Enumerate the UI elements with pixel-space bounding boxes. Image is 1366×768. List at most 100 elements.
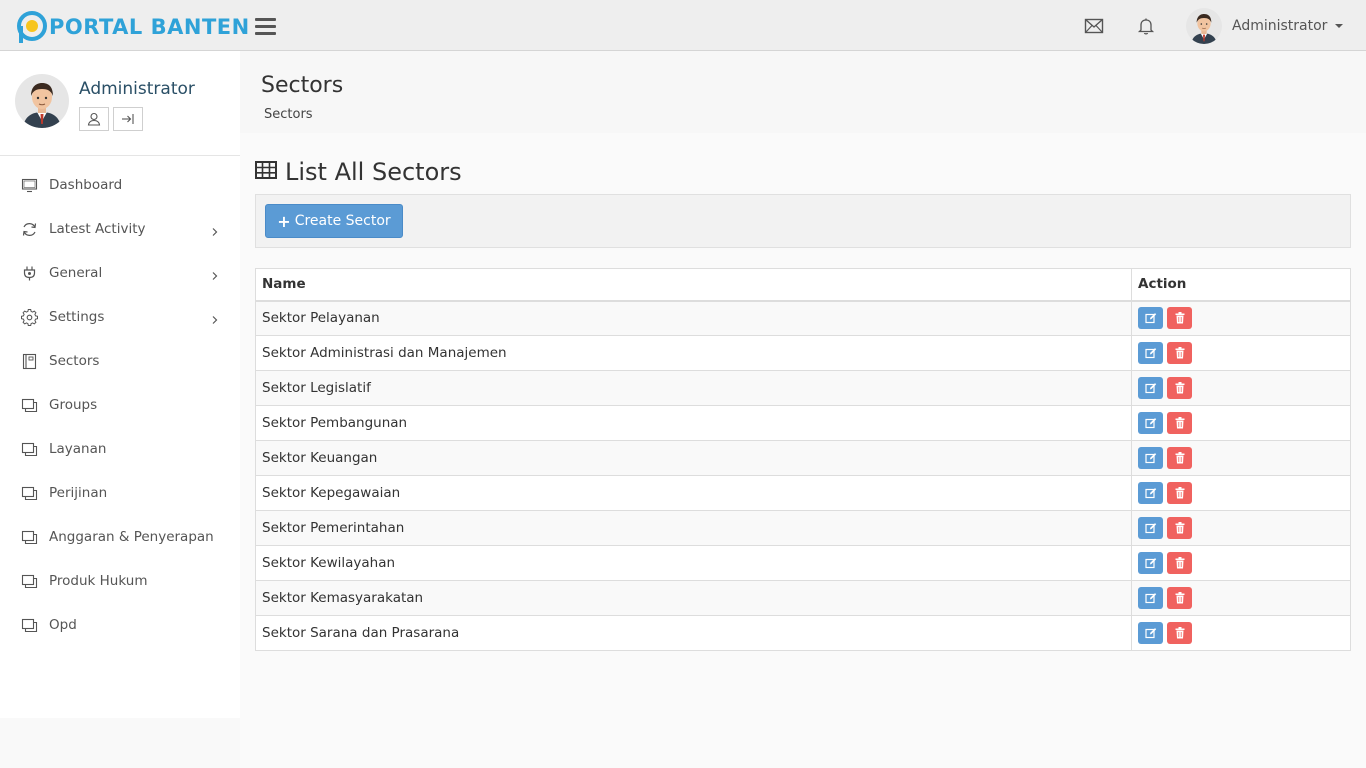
sidebar-item-label: Latest Activity: [49, 221, 146, 237]
top-navbar: PORTAL BANTEN Administrator: [0, 0, 1366, 51]
edit-icon: [1144, 452, 1157, 464]
sidebar-item-general[interactable]: General: [0, 251, 240, 295]
column-header-name: Name: [255, 268, 1132, 302]
sidebar-item-groups[interactable]: Groups: [0, 383, 240, 427]
page-header: Sectors Sectors: [240, 51, 1366, 133]
sign-out-icon: [122, 114, 134, 124]
toolbar: + Create Sector: [255, 194, 1351, 248]
bell-icon[interactable]: [1136, 16, 1156, 36]
table-row: Sektor Kemasyarakatan: [255, 580, 1351, 616]
trash-icon: [1175, 592, 1185, 604]
caret-down-icon: [1335, 24, 1344, 28]
action-cell: [1131, 510, 1351, 546]
edit-button[interactable]: [1138, 412, 1163, 434]
sidebar-item-label: Perijinan: [49, 485, 108, 501]
sector-name-cell: Sektor Kepegawaian: [255, 475, 1132, 511]
edit-icon: [1144, 557, 1157, 569]
sector-name-cell: Sektor Legislatif: [255, 370, 1132, 406]
edit-button[interactable]: [1138, 482, 1163, 504]
brand-logo[interactable]: PORTAL BANTEN: [17, 11, 250, 43]
sidebar-item-perijinan[interactable]: Perijinan: [0, 471, 240, 515]
delete-button[interactable]: [1167, 307, 1192, 330]
window-icon: [21, 529, 38, 546]
sectors-table: Name Action Sektor Pelayanan Sektor Admin…: [255, 268, 1351, 651]
edit-button[interactable]: [1138, 307, 1163, 330]
action-cell: [1131, 405, 1351, 441]
edit-icon: [1144, 627, 1157, 639]
avatar: [15, 74, 69, 128]
delete-button[interactable]: [1167, 517, 1192, 539]
delete-button[interactable]: [1167, 552, 1192, 574]
edit-button[interactable]: [1138, 622, 1163, 644]
sidebar-item-layanan[interactable]: Layanan: [0, 427, 240, 471]
refresh-icon: [21, 221, 38, 238]
delete-button[interactable]: [1167, 482, 1192, 504]
trash-icon: [1175, 522, 1185, 534]
edit-icon: [1144, 347, 1157, 359]
edit-button[interactable]: [1138, 447, 1163, 469]
sidebar-item-label: Dashboard: [49, 177, 123, 193]
delete-button[interactable]: [1167, 587, 1192, 609]
sector-name-cell: Sektor Pelayanan: [255, 300, 1132, 336]
edit-icon: [1144, 487, 1157, 499]
trash-icon: [1175, 627, 1185, 639]
sidebar-item-latest-activity[interactable]: Latest Activity: [0, 207, 240, 251]
action-cell: [1131, 545, 1351, 581]
action-cell: [1131, 475, 1351, 511]
edit-button[interactable]: [1138, 517, 1163, 539]
sector-name-cell: Sektor Kemasyarakatan: [255, 580, 1132, 616]
sidebar-item-label: Opd: [49, 617, 77, 633]
sector-name-cell: Sektor Pemerintahan: [255, 510, 1132, 546]
action-cell: [1131, 335, 1351, 371]
action-cell: [1131, 370, 1351, 406]
delete-button[interactable]: [1167, 447, 1192, 469]
sidebar: Administrator Dashboard Latest Activity …: [0, 51, 240, 718]
user-icon: [87, 112, 101, 126]
window-icon: [21, 397, 38, 414]
sidebar-item-label: Settings: [49, 309, 105, 325]
sidebar-item-sectors[interactable]: Sectors: [0, 339, 240, 383]
sidebar-item-dashboard[interactable]: Dashboard: [0, 163, 240, 207]
trash-icon: [1175, 312, 1185, 324]
user-menu[interactable]: Administrator: [1186, 8, 1344, 44]
profile-button[interactable]: [79, 107, 109, 131]
sidebar-item-opd[interactable]: Opd: [0, 603, 240, 647]
table-row: Sektor Kepegawaian: [255, 475, 1351, 511]
table-row: Sektor Pembangunan: [255, 405, 1351, 441]
delete-button[interactable]: [1167, 342, 1192, 364]
portal-logo-icon: [17, 11, 47, 43]
delete-button[interactable]: [1167, 412, 1192, 434]
profile-name: Administrator: [79, 79, 195, 99]
create-sector-label: Create Sector: [294, 213, 391, 229]
trash-icon: [1175, 347, 1185, 359]
action-cell: [1131, 300, 1351, 336]
sidebar-item-produk-hukum[interactable]: Produk Hukum: [0, 559, 240, 603]
sidebar-item-label: Groups: [49, 397, 98, 413]
sidebar-item-anggaran[interactable]: Anggaran & Penyerapan: [0, 515, 240, 559]
sector-name-cell: Sektor Keuangan: [255, 440, 1132, 476]
edit-button[interactable]: [1138, 342, 1163, 364]
delete-button[interactable]: [1167, 622, 1192, 644]
sidebar-menu: Dashboard Latest Activity General Settin…: [0, 163, 240, 647]
envelope-icon[interactable]: [1084, 16, 1104, 36]
create-sector-button[interactable]: + Create Sector: [265, 204, 403, 238]
trash-icon: [1175, 452, 1185, 464]
gear-icon: [21, 308, 38, 326]
breadcrumb[interactable]: Sectors: [264, 107, 313, 122]
sidebar-item-settings[interactable]: Settings: [0, 295, 240, 339]
user-menu-label: Administrator: [1232, 18, 1328, 34]
edit-button[interactable]: [1138, 377, 1163, 399]
delete-button[interactable]: [1167, 377, 1192, 399]
table-icon: [255, 161, 277, 183]
avatar: [1186, 8, 1222, 44]
logout-button[interactable]: [113, 107, 143, 131]
action-cell: [1131, 440, 1351, 476]
window-icon: [21, 485, 38, 502]
sidebar-profile: Administrator: [0, 51, 240, 156]
trash-icon: [1175, 487, 1185, 499]
table-row: Sektor Administrasi dan Manajemen: [255, 335, 1351, 371]
table-row: Sektor Sarana dan Prasarana: [255, 615, 1351, 651]
edit-button[interactable]: [1138, 587, 1163, 609]
sidebar-toggle-button[interactable]: [255, 18, 276, 35]
edit-button[interactable]: [1138, 552, 1163, 574]
